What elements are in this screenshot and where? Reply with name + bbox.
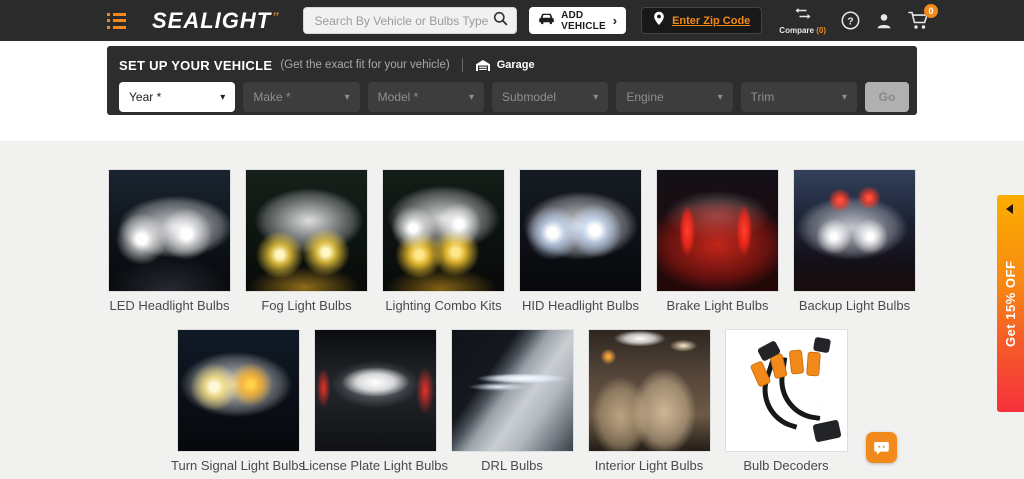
chevron-down-icon: ▾ (842, 92, 847, 103)
enter-zip-button[interactable]: Enter Zip Code (641, 7, 762, 34)
trim-select[interactable]: Trim ▾ (741, 82, 857, 112)
category-tile-backup-light[interactable]: Backup Light Bulbs (793, 169, 916, 314)
submodel-select-label: Submodel (502, 90, 556, 104)
category-tile-interior-light[interactable]: Interior Light Bulbs (588, 329, 711, 474)
search-input[interactable] (314, 14, 493, 28)
category-label: Lighting Combo Kits (368, 298, 519, 314)
svg-text:?: ? (847, 15, 853, 27)
help-button[interactable]: ? (841, 11, 860, 30)
vehicle-setup-panel: SET UP YOUR VEHICLE (Get the exact fit f… (107, 46, 917, 115)
category-tile-bulb-decoders[interactable]: Bulb Decoders (725, 329, 848, 474)
engine-select[interactable]: Engine ▾ (616, 82, 732, 112)
category-label: Bulb Decoders (711, 458, 862, 474)
category-image (314, 329, 437, 452)
year-select[interactable]: Year * ▾ (119, 82, 235, 112)
category-label: Backup Light Bulbs (779, 298, 930, 314)
chevron-down-icon: ▾ (469, 92, 474, 103)
engine-select-label: Engine (626, 90, 663, 104)
category-image (656, 169, 779, 292)
make-select[interactable]: Make * ▾ (243, 82, 359, 112)
category-tile-license-plate[interactable]: License Plate Light Bulbs (314, 329, 437, 474)
category-label: LED Headlight Bulbs (94, 298, 245, 314)
category-image (725, 329, 848, 452)
category-label: Fog Light Bulbs (231, 298, 382, 314)
cart-count-badge: 0 (924, 4, 938, 18)
chevron-right-icon: › (613, 13, 617, 28)
compare-button[interactable]: Compare (0) (779, 7, 826, 35)
sealight-logo[interactable]: SEALIGHT’’ (152, 8, 277, 34)
trim-select-label: Trim (751, 90, 775, 104)
divider (462, 58, 463, 72)
category-label: HID Headlight Bulbs (505, 298, 656, 314)
add-vehicle-button[interactable]: ADD VEHICLE › (529, 7, 626, 34)
category-tile-brake-light[interactable]: Brake Light Bulbs (656, 169, 779, 314)
compare-label: Compare (779, 26, 814, 35)
category-image (793, 169, 916, 292)
year-select-label: Year * (129, 90, 161, 104)
category-label: DRL Bulbs (437, 458, 588, 474)
category-image (588, 329, 711, 452)
menu-icon[interactable] (107, 13, 126, 29)
model-select[interactable]: Model * ▾ (368, 82, 484, 112)
submodel-select[interactable]: Submodel ▾ (492, 82, 608, 112)
category-grid: LED Headlight Bulbs Fog Light Bulbs Ligh… (0, 141, 1024, 479)
category-image (108, 169, 231, 292)
category-image (382, 169, 505, 292)
top-header: SEALIGHT’’ ADD VEHICLE › Enter Zip Code … (0, 0, 1024, 41)
category-label: Brake Light Bulbs (642, 298, 793, 314)
chevron-down-icon: ▾ (345, 92, 350, 103)
chat-button[interactable] (866, 432, 897, 463)
garage-label: Garage (497, 59, 535, 71)
go-button[interactable]: Go (865, 82, 909, 112)
chevron-down-icon: ▾ (220, 92, 225, 103)
promo-ribbon[interactable]: Get 15% OFF (997, 195, 1024, 412)
car-icon (538, 12, 555, 30)
chevron-down-icon: ▾ (718, 92, 723, 103)
category-image (451, 329, 574, 452)
category-tile-led-headlight[interactable]: LED Headlight Bulbs (108, 169, 231, 314)
search-bar[interactable] (303, 7, 517, 34)
make-select-label: Make * (253, 90, 290, 104)
garage-icon (475, 59, 491, 72)
compare-count: (0) (816, 26, 826, 35)
enter-zip-label: Enter Zip Code (672, 15, 750, 27)
chevron-down-icon: ▾ (593, 92, 598, 103)
category-label: Interior Light Bulbs (574, 458, 725, 474)
search-icon[interactable] (493, 11, 508, 31)
category-label: Turn Signal Light Bulbs (163, 458, 314, 474)
location-pin-icon (653, 11, 665, 31)
question-mark-icon: ? (841, 11, 860, 30)
logo-accent: ’’ (272, 10, 278, 24)
garage-link[interactable]: Garage (475, 59, 535, 72)
category-image (177, 329, 300, 452)
category-tile-fog-light[interactable]: Fog Light Bulbs (245, 169, 368, 314)
chat-bubble-icon (873, 440, 890, 456)
compare-arrows-icon (794, 7, 812, 25)
logo-text: SEALIGHT (152, 8, 271, 33)
category-image (519, 169, 642, 292)
model-select-label: Model * (378, 90, 419, 104)
category-tile-hid-headlight[interactable]: HID Headlight Bulbs (519, 169, 642, 314)
add-vehicle-label: ADD VEHICLE (561, 10, 613, 32)
category-tile-turn-signal[interactable]: Turn Signal Light Bulbs (177, 329, 300, 474)
user-icon (875, 12, 893, 30)
setup-title: SET UP YOUR VEHICLE (119, 58, 272, 73)
promo-label: Get 15% OFF (997, 195, 1024, 412)
category-image (245, 169, 368, 292)
cart-button[interactable]: 0 (908, 11, 930, 30)
category-tile-drl[interactable]: DRL Bulbs (451, 329, 574, 474)
setup-subtitle: (Get the exact fit for your vehicle) (280, 59, 449, 71)
category-tile-lighting-combo[interactable]: Lighting Combo Kits (382, 169, 505, 314)
category-label: License Plate Light Bulbs (300, 458, 451, 474)
account-button[interactable] (875, 12, 893, 30)
